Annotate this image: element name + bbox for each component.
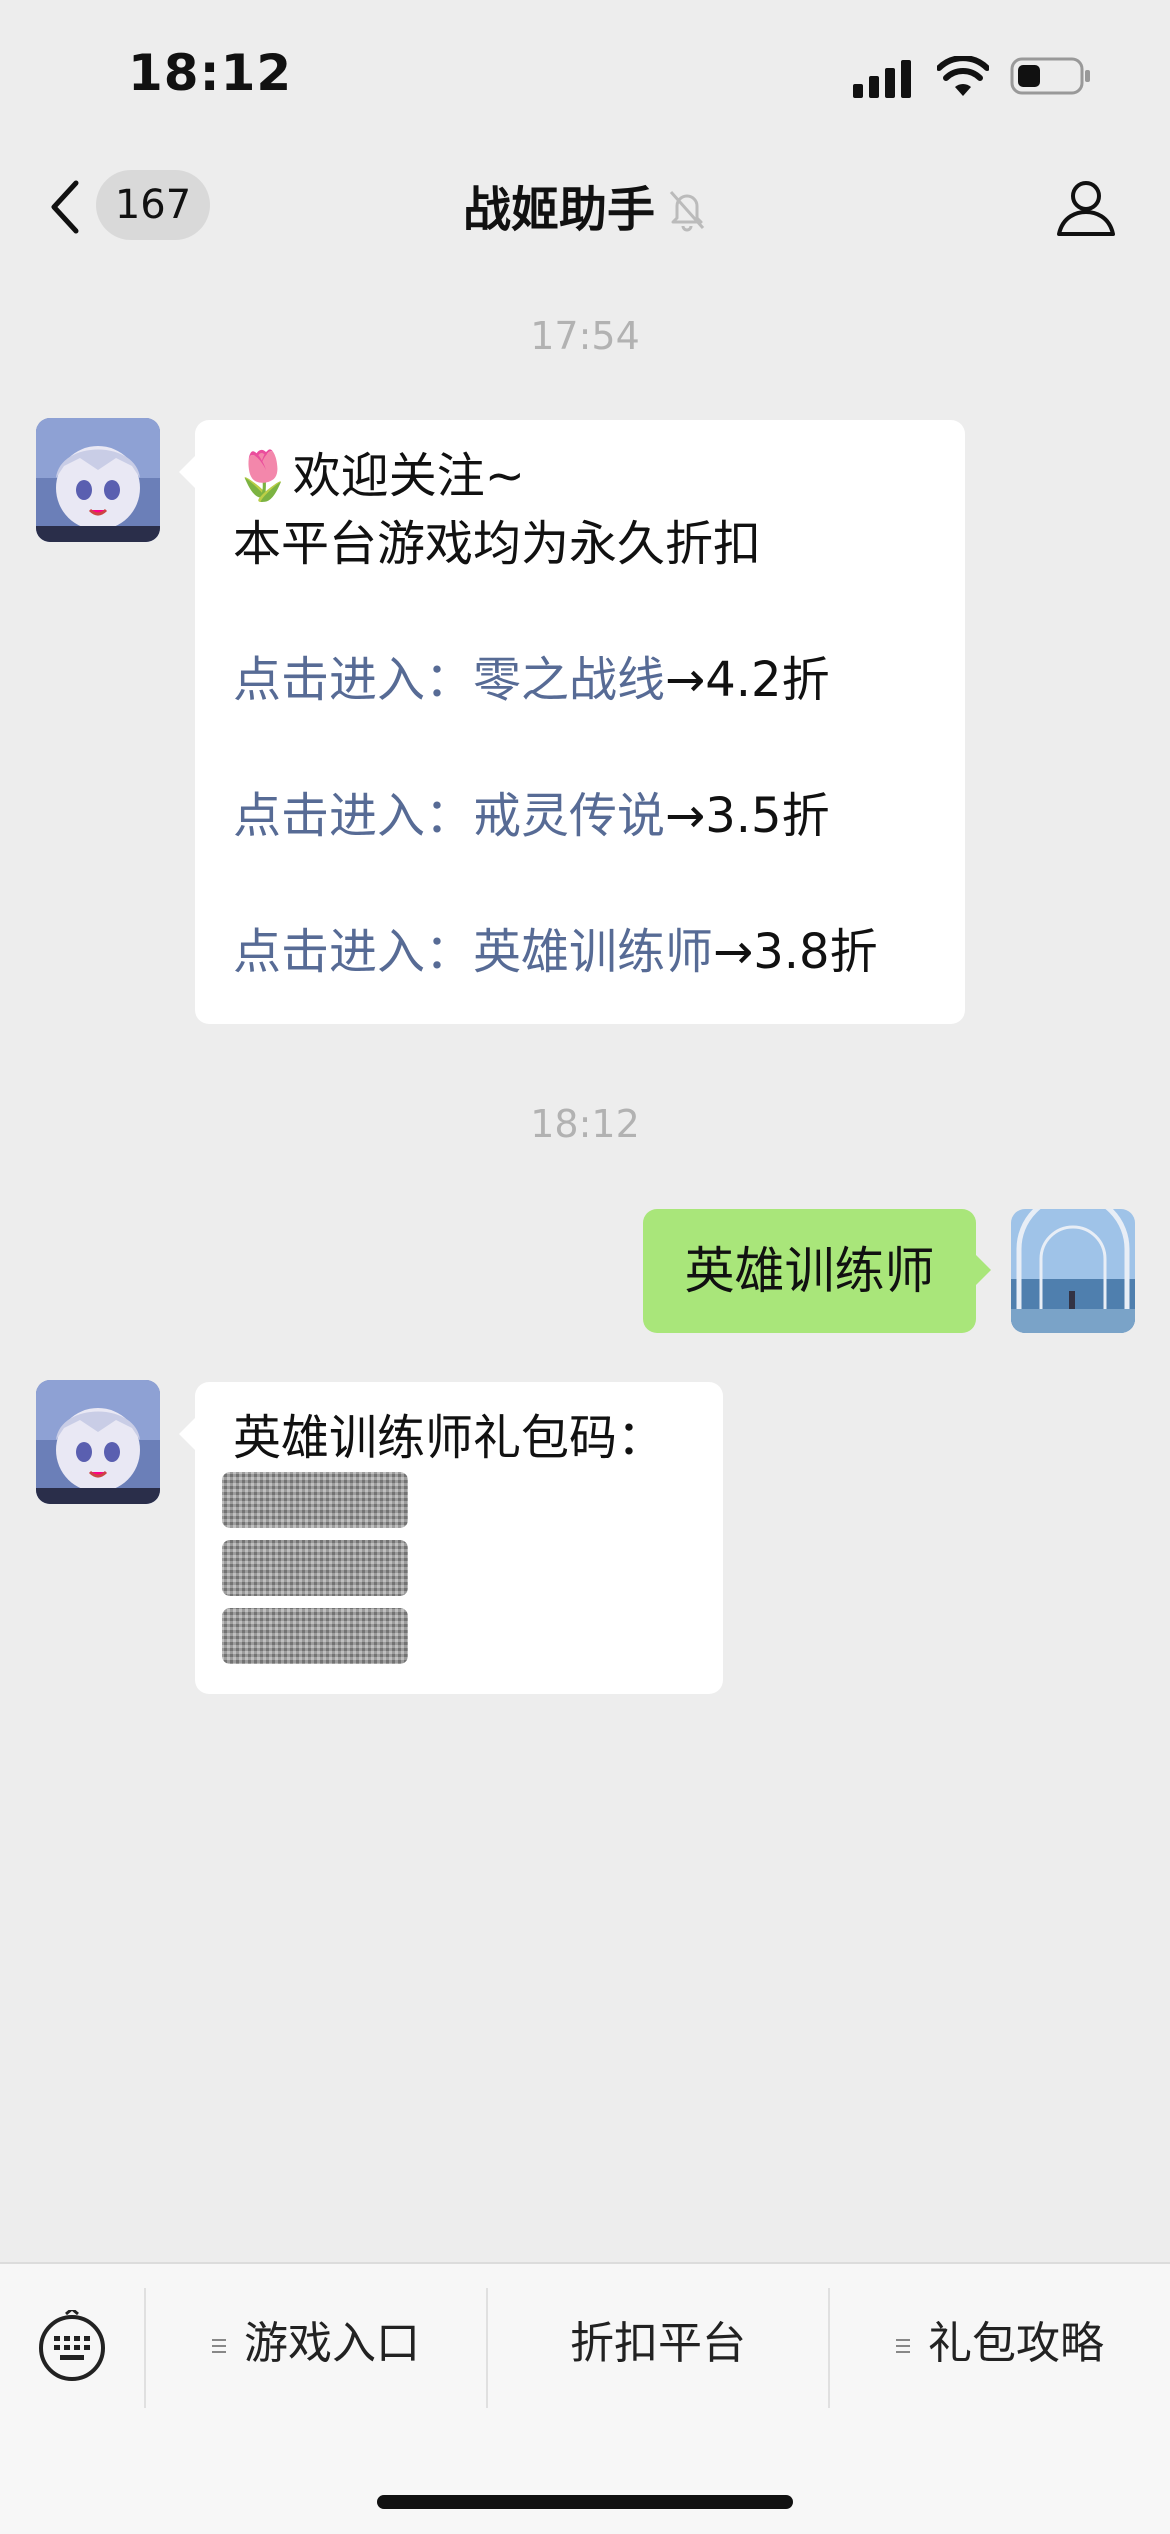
status-bar: 18:12 <box>0 0 1170 150</box>
bubble-tail <box>179 1418 195 1450</box>
sent-message-bubble: 英雄训练师 <box>643 1209 976 1333</box>
menu-game-entry[interactable]: 游戏入口 <box>146 2284 486 2404</box>
game-link-hero-trainer[interactable]: 英雄训练师 <box>473 924 713 980</box>
redacted-gift-code <box>222 1472 408 1664</box>
anime-girl-avatar-icon <box>36 418 160 542</box>
menu-gift-guide[interactable]: 礼包攻略 <box>830 2284 1170 2404</box>
home-indicator[interactable] <box>377 2495 793 2509</box>
muted-bell-icon <box>669 191 705 232</box>
bubble-tail <box>975 1254 991 1286</box>
discount-text: →4.2折 <box>665 652 830 708</box>
game-link-ring-legend[interactable]: 戒灵传说 <box>473 788 665 844</box>
menu-discount-platform[interactable]: 折扣平台 <box>488 2284 828 2404</box>
keyboard-toggle-button[interactable] <box>0 2264 144 2406</box>
menu-label: 礼包攻略 <box>928 2318 1104 2369</box>
navigation-bar: 167 战姬助手 <box>0 150 1170 265</box>
link-prefix[interactable]: 点击进入： <box>233 924 473 980</box>
game-link-row: 点击进入：戒灵传说→3.5折 <box>233 782 927 850</box>
nav-title-container: 战姬助手 <box>0 170 1170 240</box>
landscape-photo-avatar-icon <box>1011 1209 1135 1333</box>
gift-code-heading: 英雄训练师礼包码： <box>233 1410 666 1466</box>
game-link-row: 点击进入：零之战线→4.2折 <box>233 646 927 714</box>
bot-avatar[interactable] <box>36 1380 160 1504</box>
chat-title: 战姬助手 <box>462 182 655 238</box>
keyboard-icon <box>39 2310 105 2381</box>
link-prefix[interactable]: 点击进入： <box>233 788 473 844</box>
timestamp-label: 18:12 <box>530 1102 640 1146</box>
discount-text: →3.5折 <box>665 788 830 844</box>
bot-avatar[interactable] <box>36 418 160 542</box>
status-time: 18:12 <box>128 44 293 102</box>
cellular-signal-icon <box>853 60 911 98</box>
bottom-menu-bar: 游戏入口 折扣平台 礼包攻略 <box>0 2262 1170 2534</box>
welcome-line-2: 本平台游戏均为永久折扣 <box>233 516 762 572</box>
bubble-tail <box>179 456 195 488</box>
profile-icon[interactable] <box>1055 176 1117 238</box>
anime-girl-avatar-icon <box>36 1380 160 1504</box>
battery-icon <box>1010 57 1090 95</box>
wifi-icon <box>937 56 989 96</box>
submenu-lines-icon <box>212 2335 226 2357</box>
menu-label: 折扣平台 <box>570 2318 746 2369</box>
welcome-message-bubble: 🌷欢迎关注~ 本平台游戏均为永久折扣 点击进入：零之战线→4.2折 点击进入：戒… <box>195 420 965 1024</box>
submenu-lines-icon <box>896 2335 910 2357</box>
discount-text: →3.8折 <box>713 924 878 980</box>
link-prefix[interactable]: 点击进入： <box>233 652 473 708</box>
game-link-row: 点击进入：英雄训练师→3.8折 <box>233 918 927 986</box>
user-avatar[interactable] <box>1011 1209 1135 1333</box>
game-link-zero-front[interactable]: 零之战线 <box>473 652 665 708</box>
welcome-line-1: 🌷欢迎关注~ <box>233 448 525 504</box>
timestamp-label: 17:54 <box>530 314 640 358</box>
menu-label: 游戏入口 <box>244 2318 420 2369</box>
